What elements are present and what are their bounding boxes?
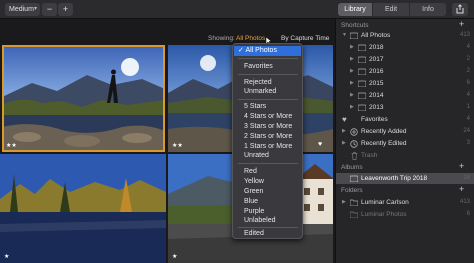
filter-dropdown-menu: ✓ All Photos Favorites Rejected Unmarked…	[232, 43, 303, 239]
photo-thumbnail[interactable]: ★★	[2, 45, 165, 152]
rating-stars: ★	[172, 254, 178, 260]
menu-divider	[238, 74, 298, 75]
showing-filter-dropdown[interactable]: All Photos	[236, 35, 265, 42]
recently-added-icon	[350, 128, 358, 136]
zoom-value: Medium	[9, 6, 34, 13]
chevron-right-icon: ▶	[350, 44, 354, 50]
menu-item-green[interactable]: Green	[233, 187, 302, 197]
zoom-out-button[interactable]: −	[42, 3, 57, 16]
folder-icon	[358, 92, 366, 99]
filter-bar: Showing: All Photos By Capture Time ⌄	[0, 19, 335, 50]
menu-item-5-stars[interactable]: 5 Stars	[233, 102, 302, 112]
sidebar-item-trash[interactable]: Trash	[336, 150, 474, 161]
rating-stars: ★	[4, 254, 10, 260]
folder-icon	[350, 199, 358, 206]
menu-item-unrated[interactable]: Unrated	[233, 151, 302, 161]
album-icon	[350, 175, 358, 182]
chevron-right-icon: ▶	[350, 56, 354, 62]
sidebar-item-recently-edited[interactable]: ▶ Recently Edited 3	[336, 138, 474, 149]
chevron-down-icon: ▼	[342, 32, 347, 38]
add-folder-button[interactable]: +	[459, 184, 464, 194]
chevron-right-icon: ▶	[342, 140, 346, 146]
add-shortcut-button[interactable]: +	[459, 19, 464, 29]
photo-thumbnail[interactable]: ★	[0, 154, 166, 263]
menu-divider	[238, 163, 298, 164]
trash-icon	[351, 152, 358, 160]
recently-edited-icon	[350, 140, 358, 148]
tab-library[interactable]: Library	[338, 3, 372, 16]
menu-item-red[interactable]: Red	[233, 167, 302, 177]
chevron-down-icon: ▾	[33, 6, 37, 12]
menu-item-favorites[interactable]: Favorites	[233, 62, 302, 72]
photo-image	[0, 154, 166, 263]
chevron-right-icon: ▶	[350, 92, 354, 98]
top-toolbar: Medium ▾ − + Library Edit Info	[0, 0, 474, 19]
folder-icon	[358, 80, 366, 87]
menu-item-3-stars[interactable]: 3 Stars or More	[233, 122, 302, 132]
rating-stars: ★★	[6, 143, 17, 149]
sidebar-item-2016[interactable]: ▶ 2016 2	[336, 66, 474, 77]
favorite-heart-icon[interactable]: ♥	[318, 141, 322, 148]
zoom-select[interactable]: Medium ▾	[5, 3, 40, 16]
library-sidebar: Shortcuts + ▼ All Photos 413 ▶ 2018 4 ▶ …	[335, 19, 474, 263]
menu-item-4-stars[interactable]: 4 Stars or More	[233, 112, 302, 122]
folder-icon	[350, 32, 358, 39]
folder-icon	[358, 44, 366, 51]
menu-item-unmarked[interactable]: Unmarked	[233, 87, 302, 97]
folder-icon	[358, 104, 366, 111]
folder-icon	[358, 68, 366, 75]
folder-icon	[358, 56, 366, 63]
sidebar-item-2014[interactable]: ▶ 2014 4	[336, 90, 474, 101]
chevron-right-icon: ▶	[342, 199, 346, 205]
shortcuts-heading: Shortcuts	[341, 22, 369, 29]
sidebar-item-favorites[interactable]: ♥ Favorites 4	[336, 114, 474, 125]
menu-item-yellow[interactable]: Yellow	[233, 177, 302, 187]
showing-label: Showing:	[208, 35, 235, 42]
sidebar-item-folder[interactable]: Luminar Photos 6	[336, 209, 474, 220]
chevron-right-icon: ▶	[350, 80, 354, 86]
menu-item-unlabeled[interactable]: Unlabeled	[233, 216, 302, 226]
photo-image	[2, 45, 165, 152]
sidebar-item-recently-added[interactable]: ▶ Recently Added 24	[336, 126, 474, 137]
menu-divider	[238, 99, 298, 100]
albums-heading: Albums	[341, 164, 363, 171]
sidebar-item-album[interactable]: Leavenworth Trip 2018 18	[336, 173, 474, 184]
sidebar-item-all-photos[interactable]: ▼ All Photos 413	[336, 30, 474, 41]
zoom-in-button[interactable]: +	[58, 3, 73, 16]
menu-item-edited[interactable]: Edited	[233, 229, 302, 239]
tab-edit[interactable]: Edit	[373, 3, 409, 16]
rating-stars: ★★	[172, 143, 183, 149]
chevron-right-icon: ▶	[342, 128, 346, 134]
folder-icon	[350, 211, 358, 218]
menu-item-blue[interactable]: Blue	[233, 197, 302, 207]
checkmark-icon: ✓	[238, 47, 244, 54]
chevron-right-icon: ▶	[350, 104, 354, 110]
menu-item-all-photos[interactable]: ✓ All Photos	[234, 46, 301, 56]
sidebar-item-2015[interactable]: ▶ 2015 6	[336, 78, 474, 89]
sidebar-item-folder[interactable]: ▶ Luminar Carlson 413	[336, 197, 474, 208]
share-icon	[456, 4, 464, 14]
sidebar-item-2013[interactable]: ▶ 2013 1	[336, 102, 474, 113]
sidebar-item-2017[interactable]: ▶ 2017 2	[336, 54, 474, 65]
menu-item-2-stars[interactable]: 2 Stars or More	[233, 132, 302, 142]
share-button[interactable]	[452, 3, 468, 16]
chevron-right-icon: ▶	[350, 68, 354, 74]
menu-divider	[238, 58, 298, 59]
add-album-button[interactable]: +	[459, 161, 464, 171]
sidebar-item-2018[interactable]: ▶ 2018 4	[336, 42, 474, 53]
folders-heading: Folders	[341, 187, 363, 194]
heart-icon: ♥	[342, 115, 347, 124]
menu-divider	[238, 227, 298, 228]
tab-info[interactable]: Info	[410, 3, 446, 16]
